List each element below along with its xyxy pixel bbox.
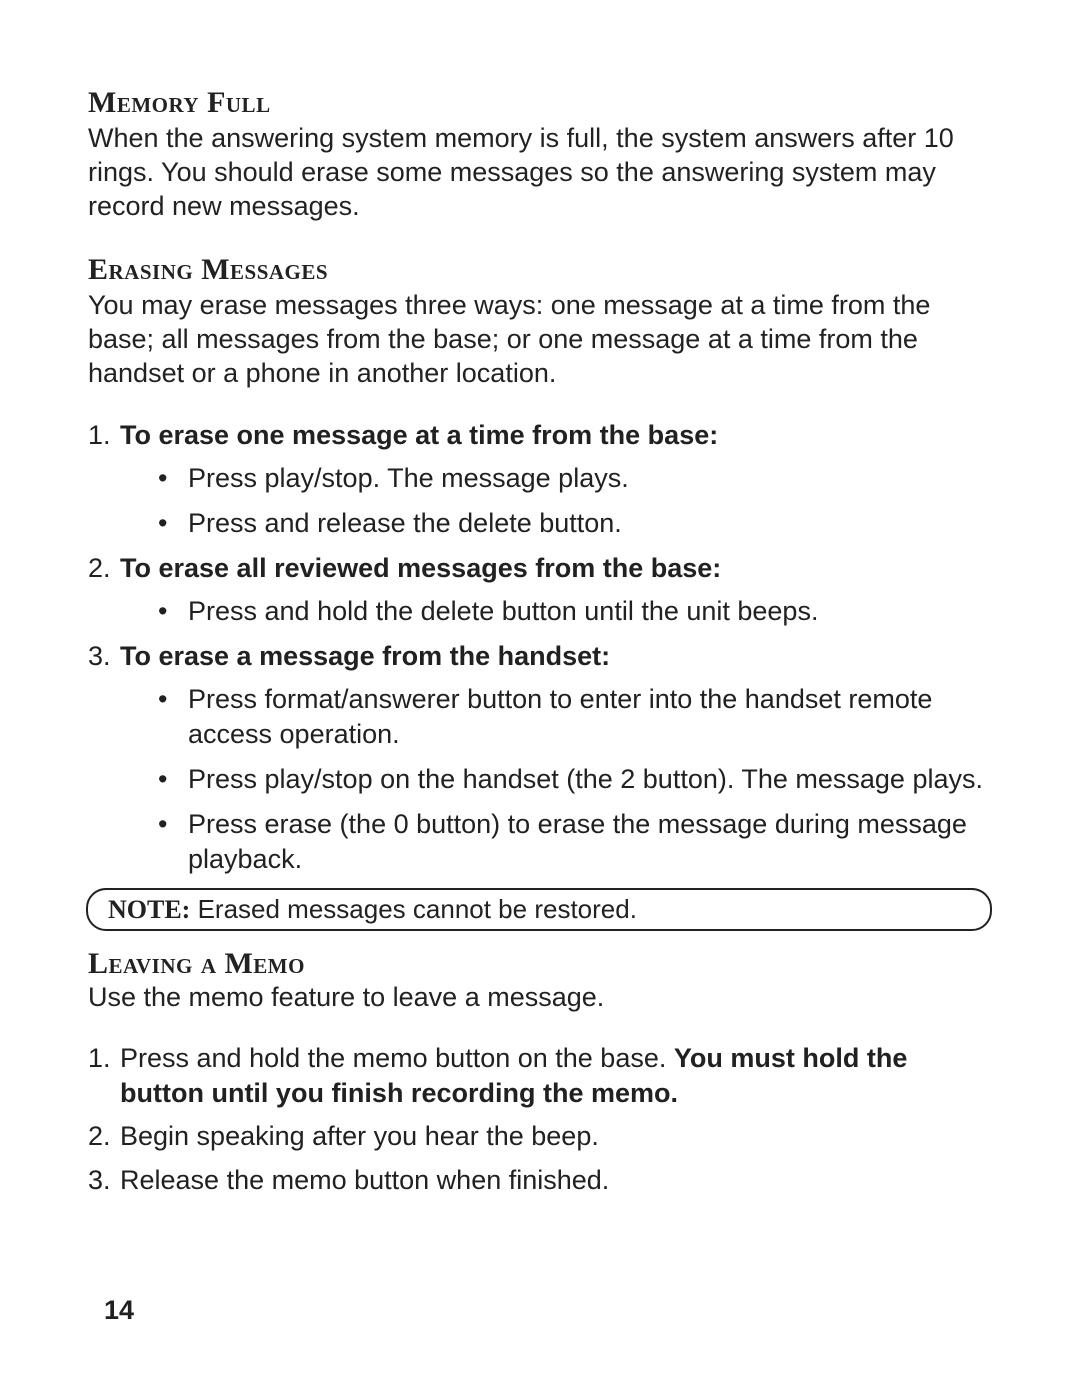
list-item-title: To erase a message from the handset: [120,641,610,671]
list-item: To erase one message at a time from the … [88,418,990,541]
note-text: Erased messages cannot be restored. [190,894,637,924]
page: Memory Full When the answering system me… [0,0,1080,1374]
bullet-item: Press format/answerer button to enter in… [158,682,990,752]
heading-leaving-memo: Leaving a Memo [88,947,990,981]
body-leaving-memo: Use the memo feature to leave a message. [88,981,990,1015]
sub-list: Press format/answerer button to enter in… [120,682,990,877]
body-erasing-messages: You may erase messages three ways: one m… [88,289,990,390]
list-item-title: To erase all reviewed messages from the … [120,553,721,583]
bullet-item: Press play/stop on the handset (the 2 bu… [158,762,990,797]
sub-list: Press play/stop. The message plays. Pres… [120,461,990,541]
body-memory-full: When the answering system memory is full… [88,122,990,223]
list-item: To erase all reviewed messages from the … [88,551,990,629]
bullet-item: Press play/stop. The message plays. [158,461,990,496]
heading-memory-full: Memory Full [88,86,990,120]
list-item: Begin speaking after you hear the beep. [88,1119,990,1154]
list-item: Release the memo button when finished. [88,1163,990,1198]
list-item-title: To erase one message at a time from the … [120,420,718,450]
section-memory-full: Memory Full When the answering system me… [88,86,990,223]
sub-list: Press and hold the delete button until t… [120,594,990,629]
memo-lead: Begin speaking after you hear the beep. [120,1121,599,1151]
note-box: NOTE: Erased messages cannot be restored… [86,888,992,931]
list-item: Press and hold the memo button on the ba… [88,1041,990,1111]
section-erasing-messages: Erasing Messages You may erase messages … [88,253,990,930]
section-leaving-memo: Leaving a Memo Use the memo feature to l… [88,947,990,1198]
memo-lead: Release the memo button when finished. [120,1165,609,1195]
page-number: 14 [104,1295,134,1326]
list-item: To erase a message from the handset: Pre… [88,639,990,878]
heading-erasing-messages: Erasing Messages [88,253,990,287]
bullet-item: Press erase (the 0 button) to erase the … [158,807,990,877]
bullet-item: Press and hold the delete button until t… [158,594,990,629]
memo-list: Press and hold the memo button on the ba… [88,1041,990,1197]
note-label: NOTE: [108,895,190,924]
memo-lead: Press and hold the memo button on the ba… [120,1043,674,1073]
bullet-item: Press and release the delete button. [158,506,990,541]
erasing-list: To erase one message at a time from the … [88,418,990,878]
